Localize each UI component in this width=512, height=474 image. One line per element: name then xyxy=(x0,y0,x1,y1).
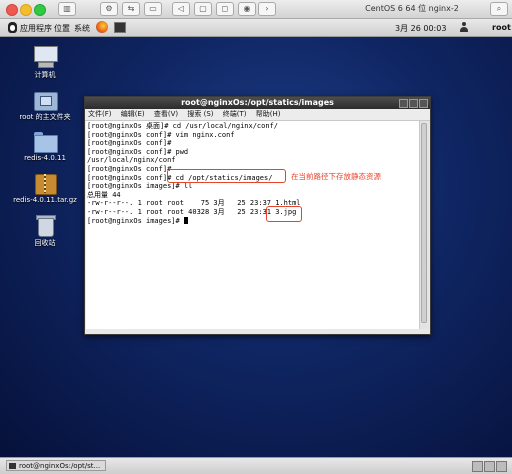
firefox-icon[interactable] xyxy=(96,21,108,33)
user-menu[interactable]: root xyxy=(492,23,511,32)
menu-system[interactable]: 系统 xyxy=(74,23,90,34)
trash-icon xyxy=(33,214,57,237)
user-icon xyxy=(460,22,468,32)
terminal-title: root@nginxOs:/opt/statics/images xyxy=(181,98,334,107)
terminal-line: [root@nginxOs images]# xyxy=(87,216,184,225)
terminal-line: [root@nginxOs conf]# pwd xyxy=(87,147,189,156)
terminal-titlebar[interactable]: root@nginxOs:/opt/statics/images xyxy=(85,97,430,109)
guest-top-panel: 应用程序 位置 系统 3月 26 00:03 root xyxy=(0,19,512,37)
vm-titlebar: ▥ ⚙ ⇆ ▭ ◁ ▢ ◻ ◉ › CentOS 6 64 位 nginx-2 … xyxy=(0,0,512,19)
terminal-line: -rw-r--r--. 1 root root 40328 3月 25 23:3… xyxy=(87,207,297,216)
archive-icon xyxy=(33,172,57,195)
folder-icon xyxy=(33,130,58,153)
terminal-window[interactable]: root@nginxOs:/opt/statics/images 文件(F) 编… xyxy=(84,96,431,335)
desktop-icon-trash[interactable]: 回收站 xyxy=(10,214,80,248)
terminal-output[interactable]: [root@nginxOs 桌面]# cd /usr/local/nginx/c… xyxy=(86,121,419,329)
taskbar-terminal-button[interactable]: root@nginxOs:/opt/st... xyxy=(6,460,106,471)
computer-icon xyxy=(33,46,58,68)
annotation-text: 在当前路径下存放静态资源 xyxy=(291,172,381,181)
terminal-scrollbar[interactable] xyxy=(419,121,429,329)
terminal-launcher-icon[interactable] xyxy=(114,22,126,33)
terminal-icon xyxy=(9,463,16,469)
clock[interactable]: 3月 26 00:03 xyxy=(395,23,446,34)
annotation-box-command xyxy=(167,169,286,183)
desktop-icon-label: redis-4.0.11.tar.gz xyxy=(13,196,77,204)
menu-applications[interactable]: 应用程序 xyxy=(20,23,52,34)
menu-terminal[interactable]: 终端(T) xyxy=(223,110,247,118)
workspace-1[interactable] xyxy=(472,461,483,472)
desktop-icon-redis-folder[interactable]: redis-4.0.11 xyxy=(10,130,80,162)
vm-title: CentOS 6 64 位 nginx-2 xyxy=(365,4,459,13)
terminal-line: [root@nginxOs images]# ll xyxy=(87,182,193,191)
minimize-icon[interactable] xyxy=(399,99,408,108)
menu-view[interactable]: 查看(V) xyxy=(154,110,178,118)
workspace-3[interactable] xyxy=(496,461,507,472)
text-cursor xyxy=(183,216,188,224)
workspace-2[interactable] xyxy=(484,461,495,472)
menu-places[interactable]: 位置 xyxy=(54,23,70,34)
terminal-line: -rw-r--r--. 1 root root 75 3月 25 23:37 1… xyxy=(87,199,301,208)
desktop-icon-label: 回收站 xyxy=(34,239,56,247)
terminal-line: 总用量 44 xyxy=(87,190,121,199)
desktop-icon-home[interactable]: root 的主文件夹 xyxy=(10,88,80,122)
desktop-icon-redis-archive[interactable]: redis-4.0.11.tar.gz xyxy=(10,172,80,204)
prompt-line: [root@nginxOs images]# xyxy=(87,216,419,226)
desktop-icon-label: root 的主文件夹 xyxy=(19,113,71,121)
penguin-icon xyxy=(8,22,17,33)
desktop-icon-label: 计算机 xyxy=(34,71,56,79)
terminal-line: [root@nginxOs 桌面]# cd /usr/local/nginx/c… xyxy=(87,122,279,130)
desktop-icon-label: redis-4.0.11 xyxy=(24,154,66,162)
taskbar: root@nginxOs:/opt/st... xyxy=(0,457,512,474)
close-icon[interactable] xyxy=(419,99,428,108)
desktop-icon-computer[interactable]: 计算机 xyxy=(10,46,80,80)
search-icon[interactable]: ⌕ xyxy=(490,2,508,16)
menu-search[interactable]: 搜索 (S) xyxy=(187,110,213,118)
menu-file[interactable]: 文件(F) xyxy=(88,110,112,118)
menu-help[interactable]: 帮助(H) xyxy=(256,110,281,118)
annotation-box-file xyxy=(266,206,302,222)
terminal-line: /usr/local/nginx/conf xyxy=(87,156,176,165)
terminal-menubar: 文件(F) 编辑(E) 查看(V) 搜索 (S) 终端(T) 帮助(H) xyxy=(85,109,430,121)
terminal-line: [root@nginxOs conf]# vim nginx.conf xyxy=(87,130,235,139)
menu-edit[interactable]: 编辑(E) xyxy=(121,110,145,118)
taskbar-task-label: root@nginxOs:/opt/st... xyxy=(19,462,101,470)
terminal-line: [root@nginxOs conf]# xyxy=(87,139,172,148)
maximize-icon[interactable] xyxy=(409,99,418,108)
home-folder-icon xyxy=(33,88,58,111)
scrollbar-thumb[interactable] xyxy=(421,123,427,323)
